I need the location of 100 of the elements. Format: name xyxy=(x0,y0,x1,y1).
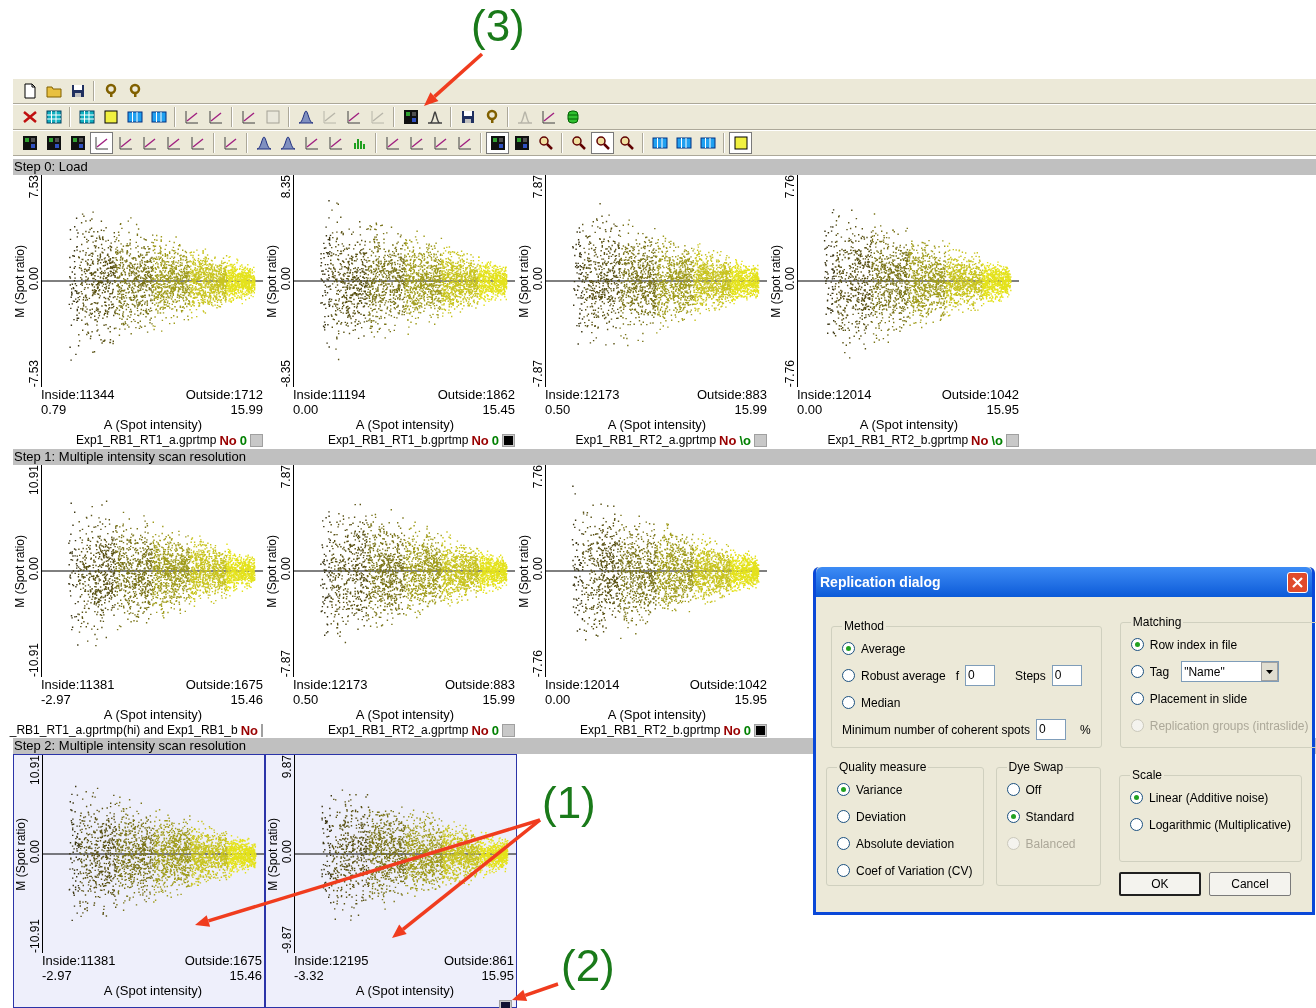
magnifier-icon xyxy=(618,135,635,151)
axis-tick: 0.00 xyxy=(27,267,41,291)
radio-label: Off xyxy=(1025,781,1042,799)
chart-icon xyxy=(222,135,239,151)
axis-label: A (Spot intensity) xyxy=(355,417,455,433)
status-marker[interactable] xyxy=(502,434,515,447)
chart-icon xyxy=(384,135,401,151)
inside-count: Inside:11194 xyxy=(293,387,366,402)
annotation-arrow xyxy=(424,52,484,106)
status-marker[interactable] xyxy=(754,434,767,447)
radio-button[interactable] xyxy=(837,783,850,796)
radio-button[interactable] xyxy=(842,669,855,682)
axis-tick: -10.91 xyxy=(27,642,41,677)
radio-label: Robust average xyxy=(861,667,946,685)
folder-icon xyxy=(45,83,62,99)
outside-count: Outside:1712 xyxy=(185,387,263,402)
axis-label: M (Spot ratio) xyxy=(517,244,531,318)
radio-button[interactable] xyxy=(1006,783,1020,796)
grid-icon xyxy=(45,135,62,151)
input-field[interactable]: 0 xyxy=(965,665,996,686)
radio-button[interactable] xyxy=(837,864,850,877)
axis-label: M (Spot ratio) xyxy=(266,817,280,891)
toolbar-button[interactable] xyxy=(486,132,509,154)
radio-button[interactable] xyxy=(842,696,855,709)
group-label: Matching xyxy=(1131,614,1183,631)
status-text: 0 xyxy=(239,433,247,448)
status-text: 0 xyxy=(743,723,751,738)
chart-icon xyxy=(327,135,344,151)
status-marker[interactable] xyxy=(261,724,263,737)
axis-label: M (Spot ratio) xyxy=(14,817,28,891)
plot-panel[interactable]: M (Spot ratio) 7.76 0.00 -7.76 Inside:12014 Outside:1042 0.00 15.95 A (Spot intensity) Exp1_RB1_RT2_b.gprtmp No 0 xyxy=(517,465,769,738)
outside-count: Outside:1042 xyxy=(689,677,767,692)
axis-tick: 9.87 xyxy=(280,755,294,779)
bell-curve-icon xyxy=(297,109,314,125)
axis-tick: -7.76 xyxy=(783,359,797,387)
radio-button[interactable] xyxy=(1006,810,1020,823)
radio-label: Variance xyxy=(856,781,903,799)
plot-panel[interactable]: M (Spot ratio) 8.35 0.00 -8.35 Inside:11194 Outside:1862 0.00 15.45 A (Spot intensity) Exp1_RB1_RT1_b.gprtmp No 0 xyxy=(265,175,517,449)
axis-tick: 0.50 xyxy=(545,402,571,417)
input-field[interactable]: 0 xyxy=(1036,719,1067,740)
axis-tick: -7.53 xyxy=(27,359,41,387)
radio-button[interactable] xyxy=(1130,665,1144,678)
outside-count: Outside:1862 xyxy=(437,387,515,402)
status-text: No xyxy=(971,433,989,448)
inside-count: Inside:12014 xyxy=(797,387,872,402)
axis-tick: 0.00 xyxy=(280,840,294,864)
chart-icon xyxy=(189,135,206,151)
radio-button[interactable] xyxy=(837,837,850,850)
radio-button[interactable] xyxy=(837,810,850,823)
plot-panel[interactable]: M (Spot ratio) 7.76 0.00 -7.76 Inside:12014 Outside:1042 0.00 15.95 A (Spot intensity) Exp1_RB1_RT2_b.gprtmp No \o xyxy=(769,175,1021,449)
close-button[interactable] xyxy=(1287,571,1308,593)
axis-label: A (Spot intensity) xyxy=(607,417,707,433)
plot-panel[interactable]: M (Spot ratio) 7.87 0.00 -7.87 Inside:12173 Outside:883 0.50 15.99 A (Spot intensity) Exp1_RB1_RT2_a.gprtmp No \o xyxy=(517,175,769,449)
axis-tick: -10.91 xyxy=(28,918,42,953)
scatter-points xyxy=(189,248,228,319)
plot-panel[interactable]: M (Spot ratio) 9.87 0.00 -9.87 Inside:12195 Outside:861 -3.32 15.95 A (Spot intensity) xyxy=(265,754,517,1008)
scatter-points xyxy=(226,543,256,597)
status-marker[interactable] xyxy=(250,434,263,447)
chart-icon xyxy=(207,109,224,125)
axis-tick: 0.00 xyxy=(545,692,571,707)
radio-button[interactable] xyxy=(1129,818,1143,831)
axis-tick: 10.91 xyxy=(28,755,42,786)
chart-icon xyxy=(93,135,110,151)
axis-label: A (Spot intensity) xyxy=(103,707,203,723)
status-marker[interactable] xyxy=(502,724,515,737)
radio-label: Row index in file xyxy=(1149,636,1238,654)
plot-panel[interactable]: M (Spot ratio) 7.53 0.00 -7.53 Inside:11344 Outside:1712 0.79 15.99 A (Spot intensity) Exp1_RB1_RT1_a.gprtmp No 0 xyxy=(13,175,265,449)
axis-label: M (Spot ratio) xyxy=(517,534,531,608)
inside-count: Inside:11381 xyxy=(41,677,115,692)
axis-label: M (Spot ratio) xyxy=(13,244,27,318)
dialog-button[interactable]: Cancel xyxy=(1208,872,1291,896)
dropdown[interactable]: "Name" xyxy=(1181,661,1280,682)
columns-icon xyxy=(675,135,692,151)
radio-button[interactable] xyxy=(1129,791,1143,804)
radio-button[interactable] xyxy=(842,642,855,655)
radio-button[interactable] xyxy=(1130,692,1144,705)
plot-panel[interactable]: M (Spot ratio) 10.91 0.00 -10.91 Inside:11381 Outside:1675 -2.97 15.46 A (Spot intensity) xyxy=(13,754,265,1008)
outside-count: Outside:1042 xyxy=(941,387,1019,402)
status-marker[interactable] xyxy=(1006,434,1019,447)
radio-label: Placement in slide xyxy=(1149,690,1248,708)
status-marker[interactable] xyxy=(754,724,767,737)
axis-tick: 0.00 xyxy=(797,402,823,417)
inside-count: Inside:12014 xyxy=(545,677,620,692)
axis-tick: 10.91 xyxy=(27,465,41,496)
axis-tick: 15.95 xyxy=(481,968,514,983)
chart-icon xyxy=(408,135,425,151)
field-label: f xyxy=(955,667,960,685)
dialog-button[interactable]: OK xyxy=(1118,872,1201,896)
input-field[interactable]: 0 xyxy=(1051,665,1082,686)
scatter-points xyxy=(226,255,256,305)
grid-icon xyxy=(489,135,506,151)
grid-icon xyxy=(402,109,419,125)
radio-button[interactable] xyxy=(1130,638,1144,651)
plot-panel[interactable]: M (Spot ratio) 7.87 0.00 -7.87 Inside:12173 Outside:883 0.50 15.99 A (Spot intensity) Exp1_RB1_RT2_a.gprtmp No 0 xyxy=(265,465,517,738)
outside-count: Outside:861 xyxy=(443,953,514,968)
toolbar-button[interactable] xyxy=(591,132,614,154)
annotation-label: (1) xyxy=(542,777,596,829)
chart-icon xyxy=(183,109,200,125)
outside-count: Outside:883 xyxy=(696,387,767,402)
axis-tick: -7.76 xyxy=(531,649,545,677)
